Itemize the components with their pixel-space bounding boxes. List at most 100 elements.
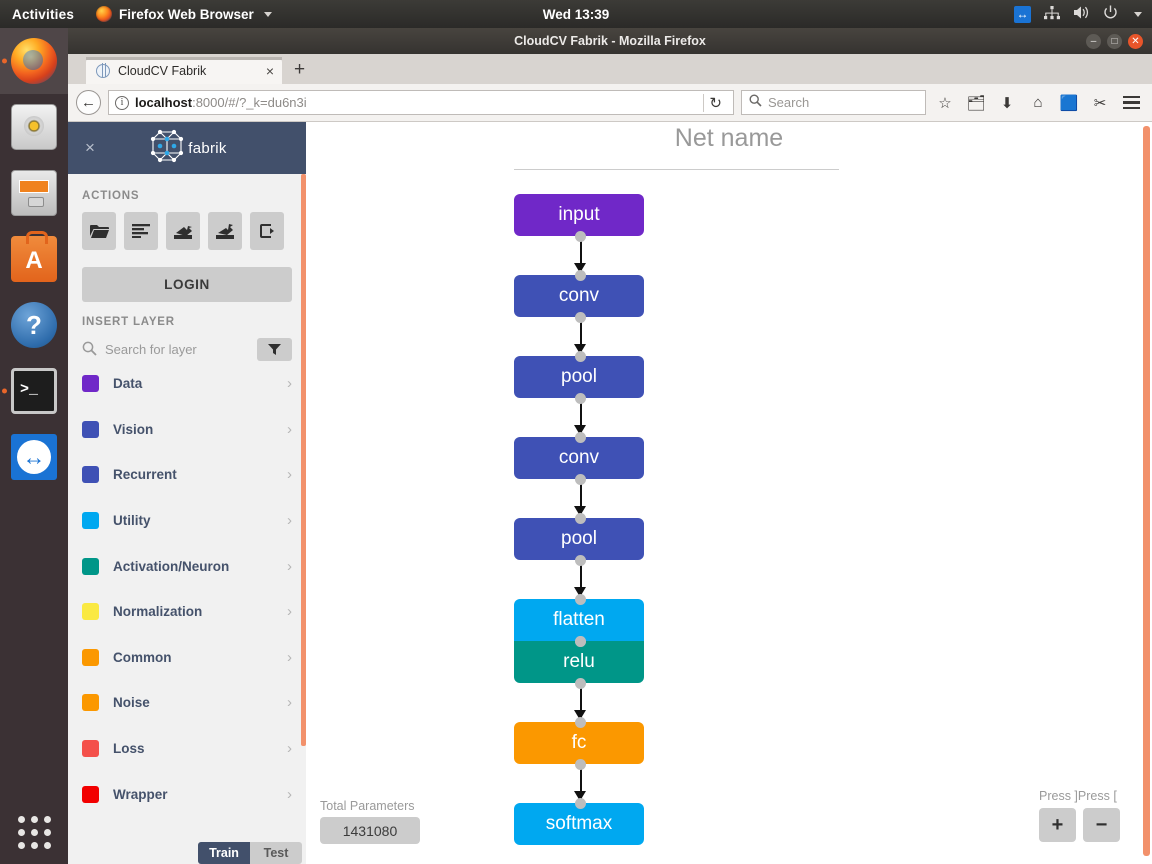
launcher-item-help[interactable] bbox=[0, 292, 68, 358]
node-input-port[interactable] bbox=[575, 431, 586, 443]
graph-node-pool[interactable]: pool bbox=[514, 356, 644, 398]
close-button[interactable]: ✕ bbox=[1128, 33, 1143, 49]
graph-node-conv[interactable]: conv bbox=[514, 437, 644, 479]
network-canvas[interactable]: Net name input conv pool conv pool flatten rel… bbox=[306, 122, 1152, 864]
back-button[interactable]: ← bbox=[76, 90, 101, 115]
page-scrollbar[interactable] bbox=[1143, 126, 1150, 856]
fabrik-logo-icon bbox=[147, 126, 187, 171]
tab-cloudcv-fabrik[interactable]: CloudCV Fabrik × bbox=[86, 57, 282, 84]
launcher-item-rhythmbox[interactable] bbox=[0, 94, 68, 160]
url-path: :8000/#/?_k=du6n3i bbox=[192, 95, 307, 110]
search-icon bbox=[749, 93, 762, 112]
color-swatch bbox=[82, 466, 99, 484]
app-grid-button[interactable] bbox=[0, 810, 68, 854]
home-icon[interactable]: ⌂ bbox=[1026, 94, 1050, 111]
node-input-port[interactable] bbox=[575, 716, 586, 728]
graph-node-input[interactable]: input bbox=[514, 194, 644, 236]
volume-icon[interactable] bbox=[1073, 5, 1090, 23]
open-folder-button[interactable] bbox=[82, 212, 116, 250]
teamviewer-icon[interactable] bbox=[1014, 5, 1031, 23]
launcher-item-files[interactable] bbox=[0, 160, 68, 226]
launcher-item-teamviewer[interactable] bbox=[0, 424, 68, 490]
url-bar[interactable]: i localhost:8000/#/?_k=du6n3i ↻ bbox=[108, 90, 734, 115]
node-output-port[interactable] bbox=[575, 230, 586, 242]
graph-node-fc[interactable]: fc bbox=[514, 722, 644, 764]
launcher-item-ubuntu-software[interactable] bbox=[0, 226, 68, 292]
tab-test[interactable]: Test bbox=[250, 842, 302, 864]
align-layers-button[interactable] bbox=[124, 212, 158, 250]
total-parameters: Total Parameters 1431080 bbox=[320, 799, 420, 844]
activities-button[interactable]: Activities bbox=[12, 7, 74, 22]
launcher-item-firefox[interactable] bbox=[0, 28, 68, 94]
new-tab-button[interactable]: + bbox=[294, 59, 305, 84]
star-icon[interactable]: ☆ bbox=[933, 94, 957, 112]
color-swatch bbox=[82, 740, 99, 758]
node-input-port[interactable] bbox=[575, 269, 586, 281]
node-label: softmax bbox=[545, 813, 613, 834]
filter-button[interactable] bbox=[257, 338, 292, 361]
layer-category-wrapper[interactable]: Wrapper › bbox=[68, 771, 306, 817]
graph-node-relu[interactable]: relu bbox=[514, 641, 644, 683]
node-output-port[interactable] bbox=[575, 473, 586, 485]
category-label: Loss bbox=[113, 741, 145, 757]
chevron-right-icon: › bbox=[287, 648, 292, 666]
category-label: Activation/Neuron bbox=[113, 558, 230, 574]
node-output-port[interactable] bbox=[575, 758, 586, 770]
node-input-port[interactable] bbox=[575, 512, 586, 524]
node-output-port[interactable] bbox=[575, 554, 586, 566]
layer-category-vision[interactable]: Vision › bbox=[68, 407, 306, 453]
node-input-port[interactable] bbox=[575, 635, 586, 647]
layer-category-common[interactable]: Common › bbox=[68, 635, 306, 681]
layer-category-activation-neuron[interactable]: Activation/Neuron › bbox=[68, 543, 306, 589]
share-button[interactable] bbox=[250, 212, 284, 250]
node-output-port[interactable] bbox=[575, 311, 586, 323]
minimize-button[interactable]: ‒ bbox=[1086, 33, 1101, 49]
color-swatch bbox=[82, 512, 99, 530]
app-menu[interactable]: Firefox Web Browser bbox=[96, 6, 272, 22]
close-icon[interactable]: × bbox=[85, 138, 95, 158]
graph-node-flatten[interactable]: flatten bbox=[514, 599, 644, 641]
graph-node-softmax[interactable]: softmax bbox=[514, 803, 644, 845]
hamburger-menu-icon[interactable] bbox=[1119, 95, 1144, 110]
node-output-port[interactable] bbox=[575, 677, 586, 689]
layer-category-loss[interactable]: Loss › bbox=[68, 726, 306, 772]
maximize-button[interactable]: □ bbox=[1107, 33, 1122, 49]
url-text: localhost:8000/#/?_k=du6n3i bbox=[135, 95, 697, 110]
layer-category-recurrent[interactable]: Recurrent › bbox=[68, 452, 306, 498]
node-input-port[interactable] bbox=[575, 593, 586, 605]
reload-icon[interactable]: ↻ bbox=[703, 93, 727, 112]
info-icon[interactable]: i bbox=[115, 95, 129, 110]
login-button[interactable]: LOGIN bbox=[82, 267, 292, 302]
layer-category-utility[interactable]: Utility › bbox=[68, 498, 306, 544]
power-icon[interactable] bbox=[1103, 5, 1118, 23]
layer-category-list: Data › Vision › Recurrent › Utility › Activation… bbox=[68, 361, 306, 817]
search-input[interactable]: Search for layer bbox=[105, 342, 249, 357]
graph-node-conv[interactable]: conv bbox=[514, 275, 644, 317]
zoom-in-button[interactable]: + bbox=[1039, 808, 1076, 842]
layer-category-normalization[interactable]: Normalization › bbox=[68, 589, 306, 635]
node-output-port[interactable] bbox=[575, 392, 586, 404]
tab-train[interactable]: Train bbox=[198, 842, 250, 864]
layer-category-data[interactable]: Data › bbox=[68, 361, 306, 407]
pocket-icon[interactable]: 🟦 bbox=[1057, 94, 1081, 112]
network-icon[interactable] bbox=[1044, 5, 1060, 23]
close-icon[interactable]: × bbox=[266, 63, 274, 79]
graph-node-pool[interactable]: pool bbox=[514, 518, 644, 560]
category-label: Normalization bbox=[113, 604, 203, 620]
import-button[interactable] bbox=[166, 212, 200, 250]
zoom-out-button[interactable]: − bbox=[1083, 808, 1120, 842]
net-name-input[interactable]: Net name bbox=[306, 124, 1152, 153]
layer-category-noise[interactable]: Noise › bbox=[68, 680, 306, 726]
node-label: pool bbox=[561, 528, 597, 549]
fabrik-app: × fabrik ACTIONS LOGIN INSERT LAYER Sear… bbox=[68, 122, 1152, 864]
node-input-port[interactable] bbox=[575, 350, 586, 362]
search-bar[interactable]: Search bbox=[741, 90, 926, 115]
screenshot-icon[interactable]: ✂ bbox=[1088, 94, 1112, 112]
node-input-port[interactable] bbox=[575, 797, 586, 809]
export-button[interactable] bbox=[208, 212, 242, 250]
firefox-window: CloudCV Fabrik - Mozilla Firefox ‒ □ ✕ C… bbox=[68, 28, 1152, 864]
launcher-item-terminal[interactable] bbox=[0, 358, 68, 424]
tray-chevron-down-icon[interactable] bbox=[1134, 11, 1142, 17]
download-icon[interactable]: ⬇ bbox=[995, 94, 1019, 112]
library-icon[interactable]: 🗂 bbox=[964, 94, 988, 112]
